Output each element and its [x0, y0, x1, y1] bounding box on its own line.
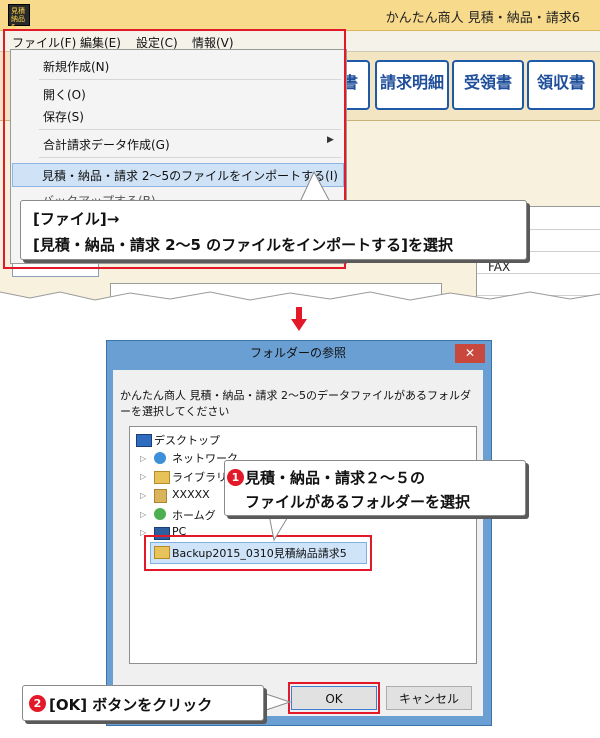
tree-item-homegroup[interactable]: ホームグ	[172, 507, 216, 523]
app-title: かんたん商人 見積・納品・請求6	[385, 11, 580, 26]
expand-icon[interactable]: ▷	[140, 472, 146, 481]
tree-item-library[interactable]: ライブラリ	[172, 469, 227, 485]
step-number-badge: 2	[29, 695, 46, 712]
fax-label: FAX	[488, 260, 511, 274]
highlight-frame-ok	[288, 682, 380, 714]
callout-line: ファイルがあるフォルダーを選択	[245, 493, 471, 511]
toolbar-button-receipt[interactable]: 領収書	[527, 60, 595, 110]
tree-item-user[interactable]: XXXXX	[172, 488, 210, 501]
callout-instruction-3: 2 [OK] ボタンをクリック	[22, 685, 264, 721]
desktop-icon	[136, 434, 152, 447]
toolbar-button-invoice-detail[interactable]: 請求明細	[375, 60, 449, 110]
expand-icon[interactable]: ▷	[140, 491, 146, 500]
callout-instruction-2: 1 見積・納品・請求２～５の ファイルがあるフォルダーを選択	[224, 460, 526, 516]
toolbar-button-receipt-ack[interactable]: 受領書	[452, 60, 524, 110]
library-icon	[154, 471, 170, 484]
dialog-description: かんたん商人 見積・納品・請求 2～5のデータファイルがあるフォルダーを選択して…	[120, 389, 471, 418]
cancel-button[interactable]: キャンセル	[386, 686, 472, 710]
network-icon	[154, 452, 166, 464]
close-icon[interactable]: ✕	[455, 344, 485, 363]
callout-line: [ファイル]→	[33, 210, 120, 228]
expand-icon[interactable]: ▷	[140, 510, 146, 519]
user-folder-icon	[154, 489, 167, 503]
callout-instruction-1: [ファイル]→ [見積・納品・請求 2～5 のファイルをインポートする]を選択	[20, 200, 527, 260]
homegroup-icon	[154, 508, 166, 520]
callout-line: 見積・納品・請求２～５の	[245, 469, 426, 487]
down-arrow-icon	[291, 307, 307, 331]
tree-item-desktop[interactable]: デスクトップ	[154, 432, 220, 448]
highlight-frame-folder	[144, 535, 372, 571]
app-logo-icon: 見積 納品 6	[8, 4, 30, 31]
callout-line: [見積・納品・請求 2～5 のファイルをインポートする]を選択	[33, 236, 454, 254]
callout-line: [OK] ボタンをクリック	[49, 696, 213, 714]
expand-icon[interactable]: ▷	[140, 454, 146, 463]
step-number-badge: 1	[227, 469, 244, 486]
dialog-title: フォルダーの参照	[249, 346, 346, 360]
